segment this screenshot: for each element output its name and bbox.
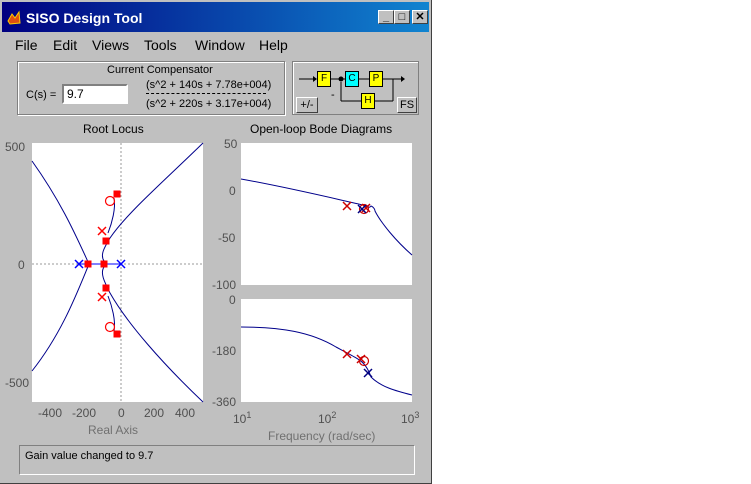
rl-closed-loop-pole [102, 237, 110, 245]
minimize-button[interactable]: _ [378, 10, 394, 24]
compensator-title: Current Compensator [107, 64, 213, 76]
mag-ytick-minus50: -50 [218, 231, 236, 245]
menu-help[interactable]: Help [259, 37, 288, 53]
freq-tick-1: 101 [233, 410, 251, 426]
root-locus-title: Root Locus [83, 122, 144, 136]
mag-ytick-minus100: -100 [212, 278, 237, 292]
fs-button[interactable]: FS [397, 97, 417, 113]
block-h[interactable]: H [361, 93, 375, 109]
rl-xtick-4: 200 [144, 406, 165, 420]
freq-tick-1-base: 10 [233, 412, 247, 426]
rl-closed-loop-pole [102, 284, 110, 292]
block-c-label: C [348, 73, 356, 84]
phase-ytick-minus180: -180 [212, 344, 237, 358]
menu-bar: File Edit Views Tools Window Help [2, 34, 429, 56]
mag-curve [240, 178, 413, 256]
matlab-icon [7, 10, 21, 25]
sign-toggle-button[interactable]: +/- [296, 97, 318, 113]
freq-tick-2: 102 [318, 410, 336, 426]
menu-edit[interactable]: Edit [53, 37, 77, 53]
minimize-icon: _ [382, 11, 390, 23]
freq-tick-3: 103 [401, 410, 419, 426]
bode-title: Open-loop Bode Diagrams [250, 122, 393, 136]
window-title: SISO Design Tool [26, 10, 143, 26]
status-bar: Gain value changed to 9.7 [19, 445, 415, 475]
rl-branch-zero-lower [107, 295, 115, 332]
rl-xlabel: Real Axis [88, 423, 139, 437]
root-locus-plot[interactable] [31, 142, 204, 403]
compensator-numerator: (s^2 + 140s + 7.78e+004) [146, 79, 272, 91]
feedback-sign: - [331, 89, 335, 101]
block-p[interactable]: P [369, 71, 383, 87]
freq-tick-1-exp: 1 [246, 410, 252, 420]
menu-tools[interactable]: Tools [144, 37, 177, 53]
phase-ytick-minus360: -360 [212, 395, 237, 409]
freq-tick-2-base: 10 [318, 412, 332, 426]
compensator-denominator: (s^2 + 220s + 3.17e+004) [146, 98, 272, 110]
phase-curve [240, 326, 413, 396]
rl-closed-loop-pole [113, 330, 121, 338]
block-f[interactable]: F [317, 71, 331, 87]
block-p-label: P [372, 73, 380, 84]
block-diagram: - F C P H +/- FS [292, 61, 419, 115]
rl-closed-loop-pole [100, 260, 108, 268]
maximize-icon: □ [398, 11, 406, 23]
rl-zero-marker [104, 195, 116, 207]
phase-ytick-0: 0 [229, 293, 236, 307]
rl-ytick-bottom: -500 [5, 376, 30, 390]
menu-window[interactable]: Window [195, 37, 245, 53]
close-button[interactable]: ✕ [412, 10, 428, 24]
rl-closed-loop-pole [84, 260, 92, 268]
rl-xtick-5: 400 [175, 406, 196, 420]
menu-file[interactable]: File [15, 37, 38, 53]
close-icon: ✕ [415, 11, 425, 23]
title-bar[interactable]: SISO Design Tool _ □ ✕ [2, 2, 429, 32]
mag-pole-marker [342, 201, 352, 211]
fraction-line [146, 93, 266, 94]
menu-views[interactable]: Views [92, 37, 129, 53]
compensator-panel: Current Compensator C(s) = (s^2 + 140s +… [17, 61, 285, 115]
block-h-label: H [364, 95, 372, 106]
bode-phase-plot[interactable] [240, 299, 413, 402]
rl-pole-marker [97, 292, 107, 302]
mag-ytick-0: 0 [229, 184, 236, 198]
freq-tick-2-exp: 2 [331, 410, 337, 420]
bode-xlabel: Frequency (rad/sec) [268, 429, 376, 443]
maximize-button[interactable]: □ [394, 10, 410, 24]
block-f-label: F [320, 73, 328, 84]
siso-window: SISO Design Tool _ □ ✕ File Edit Views T… [0, 0, 432, 484]
freq-tick-3-exp: 3 [414, 410, 420, 420]
mag-ytick-50: 50 [224, 137, 238, 151]
gain-input[interactable] [62, 84, 128, 104]
freq-tick-3-base: 10 [401, 412, 415, 426]
rl-zero-marker [104, 321, 116, 333]
rl-xtick-3: 0 [118, 406, 125, 420]
rl-ytick-top: 500 [5, 140, 26, 154]
rl-closed-loop-pole [113, 190, 121, 198]
rl-xtick-1: -400 [38, 406, 63, 420]
block-c[interactable]: C [345, 71, 359, 87]
rl-branch-upper [101, 142, 204, 262]
bode-magnitude-plot[interactable] [240, 143, 413, 285]
status-text: Gain value changed to 9.7 [25, 450, 154, 462]
rl-xtick-2: -200 [72, 406, 97, 420]
rl-ytick-mid: 0 [18, 258, 25, 272]
rl-pole-marker [97, 226, 107, 236]
compensator-label: C(s) = [26, 89, 57, 101]
